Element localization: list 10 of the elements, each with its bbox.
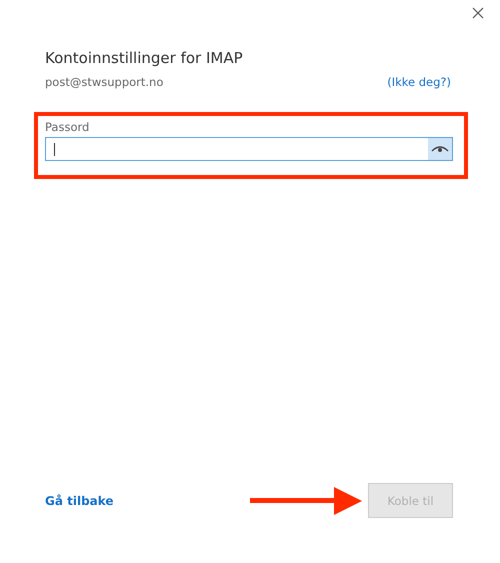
password-field[interactable]: [45, 137, 453, 161]
dialog-title: Kontoinnstillinger for IMAP: [45, 49, 244, 67]
account-email: post@stwsupport.no: [45, 75, 164, 89]
field-label: Passord: [45, 120, 90, 134]
text-cursor: [54, 142, 55, 156]
back-link[interactable]: Gå tilbake: [45, 494, 114, 508]
not-you-link[interactable]: (Ikke deg?): [387, 75, 451, 89]
eye-icon: [431, 145, 449, 153]
close-icon[interactable]: [472, 7, 484, 19]
show-password-button[interactable]: [428, 138, 452, 160]
